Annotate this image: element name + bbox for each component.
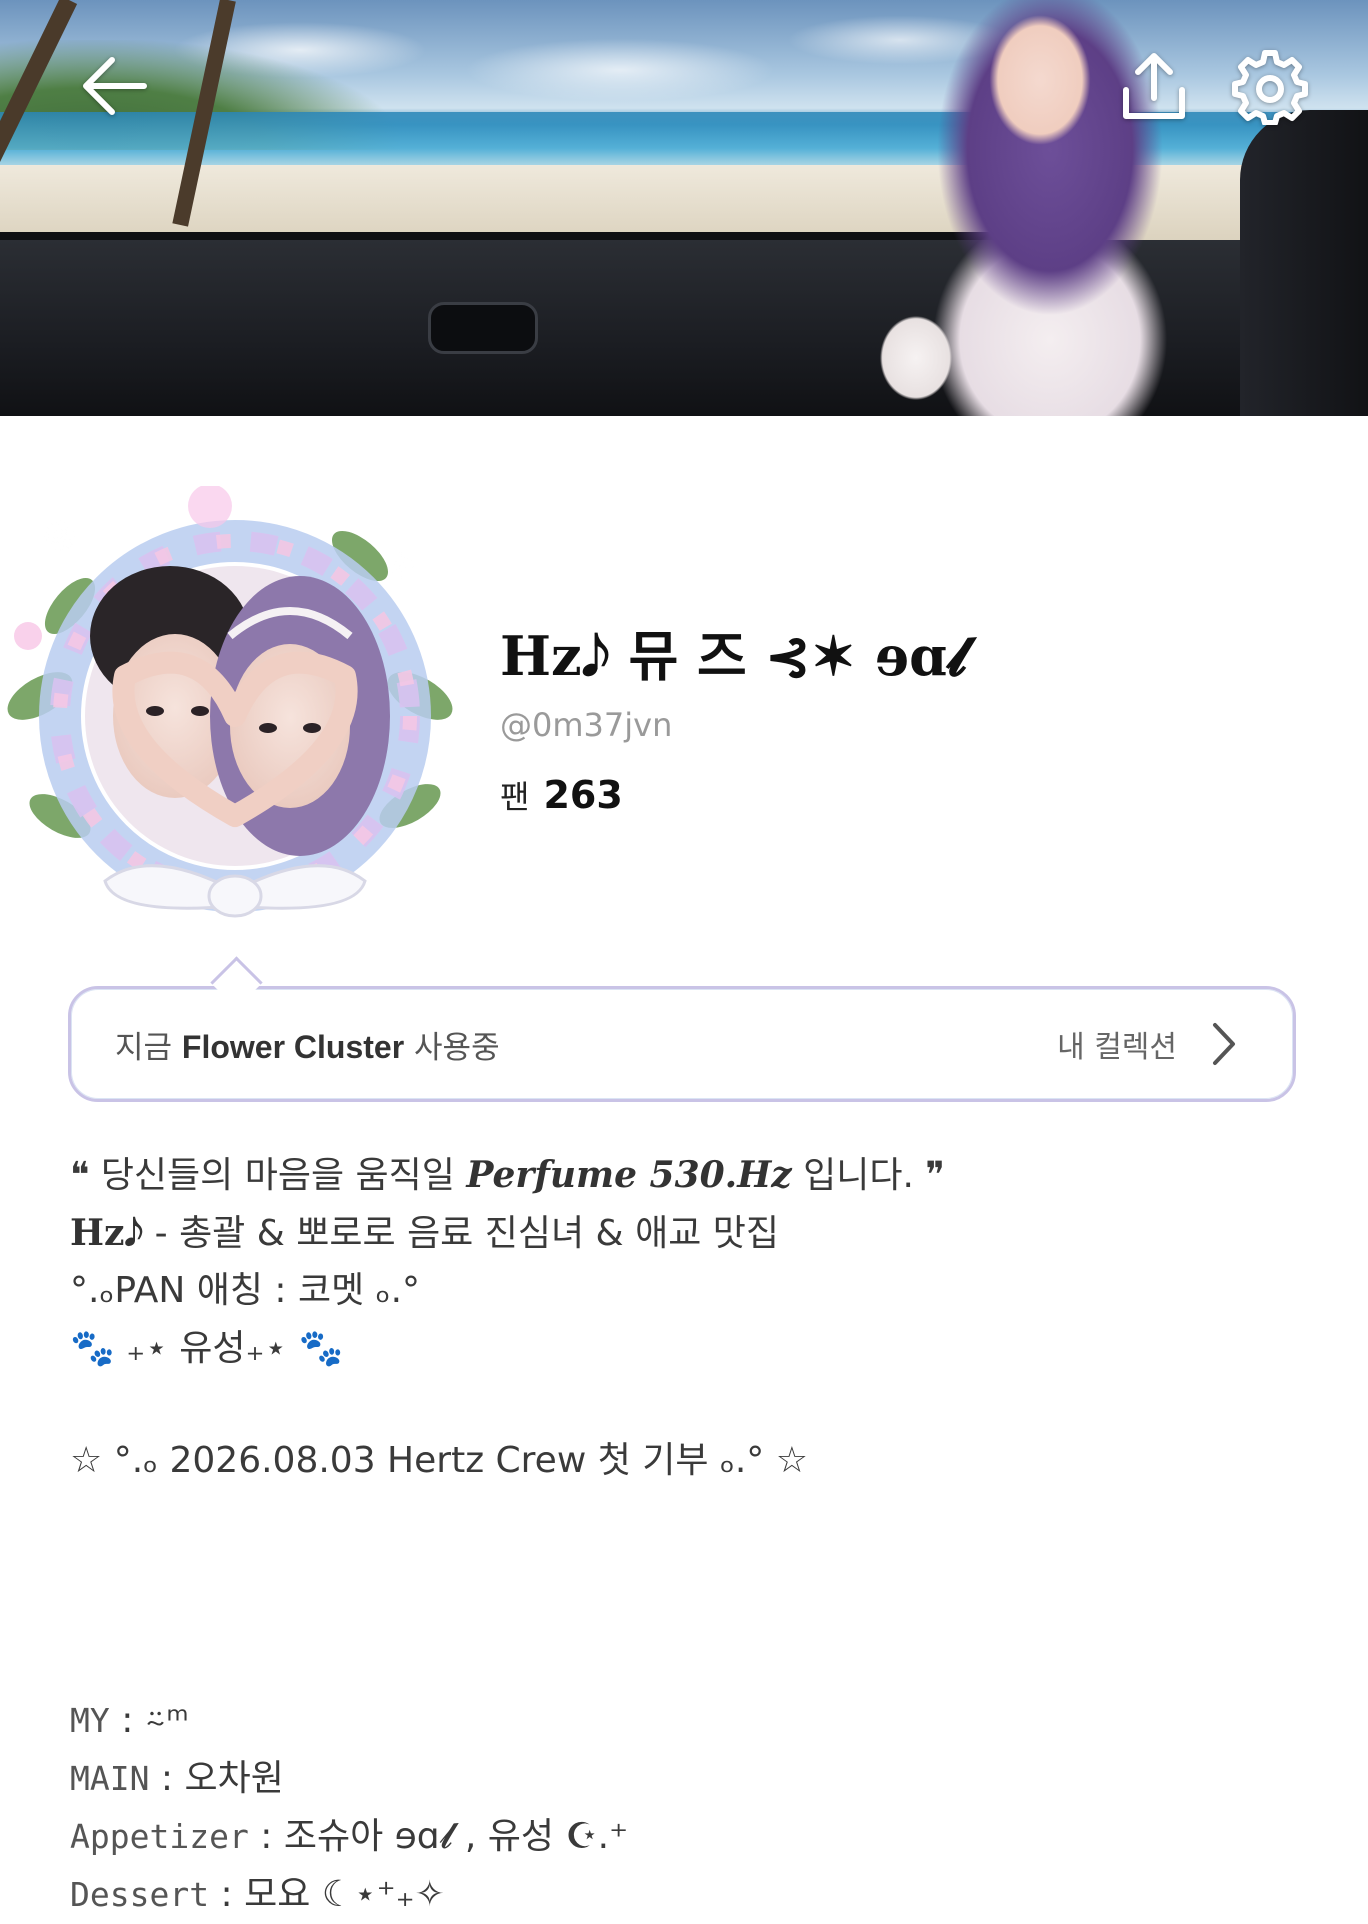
bio-key: Dessert: [70, 1875, 210, 1914]
back-button[interactable]: [66, 38, 162, 134]
bio-text: : 오차원: [149, 1758, 284, 1799]
gear-icon: [1232, 50, 1308, 125]
avatar-flower-frame: [7, 484, 453, 918]
bio-text: 입니다. ❞: [791, 1155, 945, 1196]
bio-emphasis: Hz𝅘𝅥𝅮: [70, 1212, 144, 1254]
collection-item-name: Flower Cluster: [181, 1028, 405, 1065]
arrow-left-icon: [83, 57, 147, 115]
paw-icon: 🐾: [70, 1328, 115, 1369]
bio-line: °.ₒPAN 애칭 : 코멧 ₒ.°: [70, 1270, 421, 1311]
bio-emphasis: Perfume 530.Hz: [466, 1154, 792, 1196]
collection-prefix: 지금: [115, 1029, 182, 1066]
settings-button[interactable]: [1222, 38, 1318, 134]
fans-count-row[interactable]: 팬 263: [500, 772, 623, 818]
fans-count: 263: [543, 773, 623, 817]
paw-icon: 🐾: [298, 1328, 344, 1369]
bio-key: MY: [70, 1701, 110, 1740]
banner-bunny-plush: [866, 280, 966, 410]
bio-text: : 모요 ☾⋆⁺₊✧: [209, 1874, 445, 1915]
bio-line: ☆ °.ₒ 2026.08.03 Hertz Crew 첫 기부 ₒ.° ☆: [70, 1440, 809, 1481]
bio-text: - 총괄 & 뽀로로 음료 진심녀 & 애교 맛집: [143, 1213, 779, 1254]
profile-avatar[interactable]: [0, 484, 470, 926]
share-button[interactable]: [1106, 38, 1202, 134]
profile-handle: @0m37jvn: [500, 706, 673, 744]
bio-line: ❝ 당신들의 마음을 움직일 Perfume 530.Hz 입니다. ❞: [70, 1146, 1310, 1204]
bio-key: MAIN: [70, 1759, 150, 1798]
bio-line: Dessert : 모요 ☾⋆⁺₊✧: [70, 1866, 1310, 1924]
profile-name: Hz𝅘𝅥𝅮 뮤 즈 ⊰✶ ɘɑ𝓵: [500, 624, 968, 688]
bio-line: 🐾 ₊⋆ 유성₊⋆ 🐾: [70, 1320, 1310, 1378]
fans-label: 팬: [500, 778, 530, 816]
collection-suffix: 사용중: [404, 1029, 500, 1066]
share-upload-icon: [1123, 53, 1185, 119]
chevron-right-icon: [1213, 1023, 1235, 1065]
current-collection-text: 지금 Flower Cluster 사용중: [115, 1022, 500, 1067]
bio-text: : 조슈아 ɘɑ𝓵 , 유성 ☪.⁺: [248, 1816, 629, 1857]
bio-line: Hz𝅘𝅥𝅮 - 총괄 & 뽀로로 음료 진심녀 & 애교 맛집: [70, 1204, 1310, 1262]
bio-line: Appetizer : 조슈아 ɘɑ𝓵 , 유성 ☪.⁺: [70, 1808, 1310, 1866]
my-collection-link[interactable]: 내 컬렉션: [1057, 1021, 1237, 1067]
bio-line: MY : ⍨ᵐ: [70, 1692, 1310, 1750]
collection-bubble-wrap: 지금 Flower Cluster 사용중 내 컬렉션: [68, 956, 1300, 1106]
bio-text: : ⍨ᵐ: [109, 1700, 189, 1741]
banner-door-handle: [428, 302, 538, 354]
my-collection-label: 내 컬렉션: [1057, 1030, 1177, 1065]
bio-text: ₊⋆ 유성₊⋆: [126, 1328, 288, 1369]
bio-line: MAIN : 오차원: [70, 1750, 1310, 1808]
bio-text: ❝ 당신들의 마음을 움직일: [70, 1155, 467, 1196]
collection-banner[interactable]: 지금 Flower Cluster 사용중 내 컬렉션: [68, 986, 1296, 1102]
profile-bio: ❝ 당신들의 마음을 움직일 Perfume 530.Hz 입니다. ❞ Hz𝅘…: [70, 1146, 1310, 1924]
bio-key: Appetizer: [70, 1817, 249, 1856]
